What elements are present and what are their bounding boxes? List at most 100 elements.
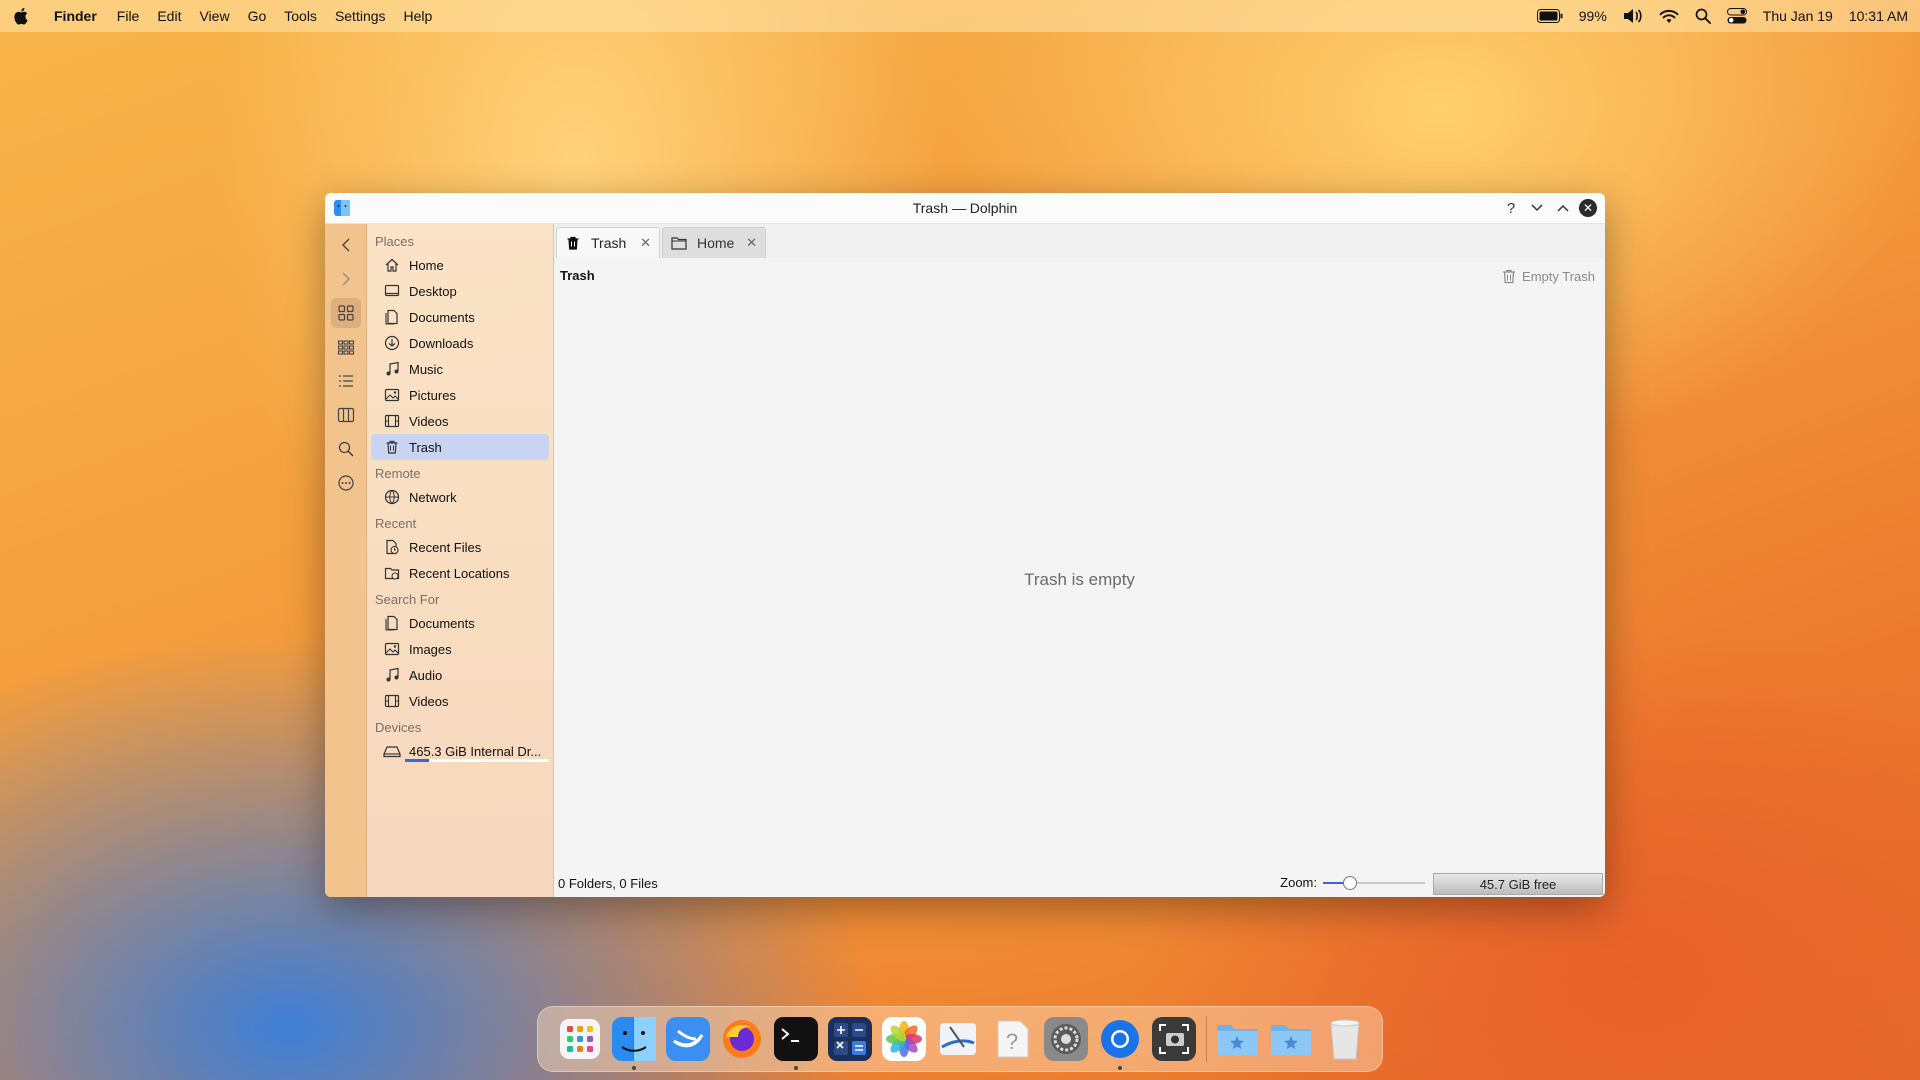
places-item-label: Recent Locations — [409, 565, 510, 581]
svg-text:?: ? — [1006, 1029, 1018, 1054]
tab-trash[interactable]: Trash ✕ — [556, 227, 660, 258]
places-item-downloads[interactable]: Downloads — [371, 330, 549, 356]
places-item-recent-files[interactable]: Recent Files — [371, 534, 549, 560]
split-view-icon — [337, 407, 354, 423]
places-item-label: Pictures — [409, 387, 456, 403]
desktop-icon — [383, 282, 401, 300]
downloads-icon — [383, 334, 401, 352]
places-item-trash[interactable]: Trash — [371, 434, 549, 460]
documents-icon — [383, 308, 401, 326]
menu-help[interactable]: Help — [404, 8, 433, 24]
places-item-recent-locations[interactable]: Recent Locations — [371, 560, 549, 586]
calculator-icon[interactable] — [828, 1017, 872, 1061]
menu-go[interactable]: Go — [248, 8, 267, 24]
close-tab-icon[interactable]: ✕ — [746, 235, 757, 251]
volume-icon[interactable] — [1623, 8, 1643, 24]
places-item-label: Recent Files — [409, 539, 482, 555]
launchpad-icon[interactable] — [558, 1017, 602, 1061]
status-summary: 0 Folders, 0 Files — [558, 875, 658, 891]
places-item-music[interactable]: Music — [371, 356, 549, 382]
details-view-icon — [338, 375, 353, 387]
maximize-button[interactable] — [1553, 197, 1573, 219]
back-icon — [341, 238, 349, 252]
finder-icon[interactable] — [612, 1017, 656, 1070]
back-button[interactable] — [331, 230, 361, 260]
empty-trash-label: Empty Trash — [1522, 268, 1595, 284]
downloads-folder-icon[interactable] — [1269, 1017, 1313, 1061]
compact-view-button[interactable] — [331, 332, 361, 362]
search-item-audio[interactable]: Audio — [371, 662, 549, 688]
help-button[interactable]: ? — [1501, 197, 1521, 219]
menu-settings[interactable]: Settings — [335, 8, 386, 24]
places-item-label: Videos — [409, 413, 449, 429]
places-item-label: Documents — [409, 309, 475, 325]
spotlight-search-icon[interactable] — [1695, 8, 1711, 24]
swift-app-icon[interactable] — [666, 1017, 710, 1061]
split-view-button[interactable] — [331, 400, 361, 430]
help-icon[interactable]: ? — [990, 1017, 1034, 1061]
system-settings-icon[interactable] — [1044, 1017, 1088, 1061]
screenshot-icon[interactable] — [1152, 1017, 1196, 1061]
battery-icon[interactable] — [1536, 9, 1563, 23]
tab-home[interactable]: Home ✕ — [662, 227, 766, 258]
search-item-images[interactable]: Images — [371, 636, 549, 662]
empty-trash-button[interactable]: Empty Trash — [1502, 268, 1595, 284]
menu-file[interactable]: File — [117, 8, 140, 24]
places-item-documents[interactable]: Documents — [371, 304, 549, 330]
title-bar[interactable]: Trash — Dolphin ? ✕ — [325, 193, 1605, 224]
close-button[interactable]: ✕ — [1579, 199, 1597, 217]
search-item-documents[interactable]: Documents — [371, 610, 549, 636]
zoom-slider[interactable] — [1323, 875, 1425, 890]
places-item-label: Trash — [409, 439, 442, 455]
wifi-icon[interactable] — [1659, 9, 1679, 24]
search-item-videos[interactable]: Videos — [371, 688, 549, 714]
location-label: Trash — [560, 268, 595, 283]
search-button[interactable] — [331, 434, 361, 464]
menu-edit[interactable]: Edit — [157, 8, 181, 24]
preview-icon[interactable] — [936, 1017, 980, 1061]
chevron-down-icon — [1531, 204, 1543, 212]
trash-icon — [565, 235, 581, 251]
forward-button[interactable] — [331, 264, 361, 294]
network-icon — [383, 488, 401, 506]
places-item-label: Desktop — [409, 283, 457, 299]
firefox-icon[interactable] — [720, 1017, 764, 1061]
zoom-slider-handle[interactable] — [1342, 875, 1357, 890]
places-item-label: Downloads — [409, 335, 474, 351]
apple-icon[interactable] — [12, 6, 32, 26]
videos-icon — [383, 412, 401, 430]
places-item-network[interactable]: Network — [371, 484, 549, 510]
section-search-for: Search For — [375, 592, 440, 607]
window-title: Trash — Dolphin — [912, 200, 1018, 216]
home-icon — [383, 256, 401, 274]
device-item-internal-drive[interactable]: 465.3 GiB Internal Dr... — [371, 738, 549, 764]
chrome-icon[interactable] — [1098, 1017, 1142, 1070]
close-tab-icon[interactable]: ✕ — [640, 235, 651, 251]
details-view-button[interactable] — [331, 366, 361, 396]
menu-app-name[interactable]: Finder — [54, 8, 97, 24]
section-remote: Remote — [375, 466, 421, 481]
more-button[interactable] — [331, 468, 361, 498]
trash-icon[interactable] — [1323, 1017, 1367, 1061]
terminal-icon[interactable] — [774, 1017, 818, 1070]
free-space-indicator[interactable]: 45.7 GiB free — [1433, 873, 1603, 895]
places-item-videos[interactable]: Videos — [371, 408, 549, 434]
view-toolbar — [325, 224, 367, 897]
zoom-control: Zoom: — [1280, 875, 1425, 890]
control-center-icon[interactable] — [1726, 8, 1747, 24]
chevron-up-icon — [1557, 204, 1569, 212]
places-panel: Places Home Desktop Documents Downloads … — [367, 224, 554, 897]
places-item-pictures[interactable]: Pictures — [371, 382, 549, 408]
menubar-time[interactable]: 10:31 AM — [1849, 8, 1908, 24]
places-item-home[interactable]: Home — [371, 252, 549, 278]
menubar-date[interactable]: Thu Jan 19 — [1763, 8, 1833, 24]
search-icon — [338, 441, 354, 457]
photos-icon[interactable] — [882, 1017, 926, 1061]
menu-view[interactable]: View — [199, 8, 229, 24]
places-item-desktop[interactable]: Desktop — [371, 278, 549, 304]
minimize-button[interactable] — [1527, 197, 1547, 219]
applications-folder-icon[interactable] — [1215, 1017, 1259, 1061]
menu-tools[interactable]: Tools — [284, 8, 317, 24]
dolphin-window: Trash — Dolphin ? ✕ Places Home Desktop … — [325, 193, 1605, 897]
icons-view-button[interactable] — [330, 298, 361, 328]
